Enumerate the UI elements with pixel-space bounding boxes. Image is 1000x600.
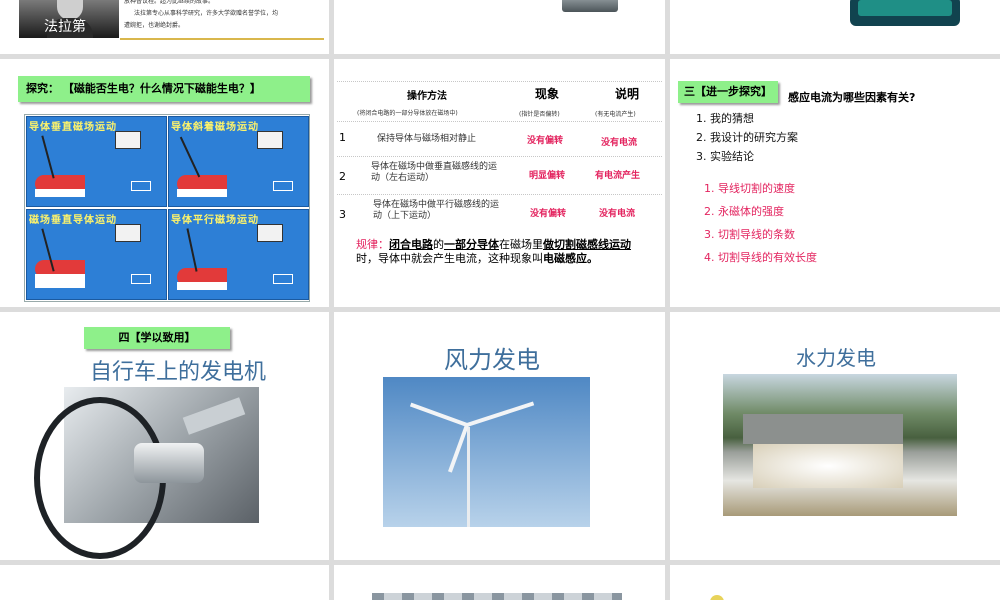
row-2: 2 导体在磁场中做垂直磁感线的运动（左右运动） 明显偏转 有电流产生 — [339, 162, 641, 183]
bottom-image-strip — [372, 593, 622, 600]
panel-perpendicular: 导体垂直磁场运动 — [26, 116, 167, 207]
experiment-grid: 导体垂直磁场运动 导体斜着磁场运动 磁场垂直导体运动 导体平行磁场运动 — [24, 114, 310, 302]
slide-hydro[interactable]: 水力发电 — [670, 312, 1000, 560]
further-tag: 三【进一步探究】 — [678, 81, 778, 103]
steps-list: 1. 我的猜想 2. 我设计的研究方案 3. 实验结论 — [696, 109, 798, 166]
bio-text: 放种督议程。超为此继续的故事。 法拉第专心从事科学研究，许多大学欲赠名誉学位，均… — [124, 0, 279, 29]
slide-further-explore[interactable]: 三【进一步探究】 感应电流为哪些因素有关? 1. 我的猜想 2. 我设计的研究方… — [670, 59, 1000, 307]
header-method: 操作方法 — [407, 91, 447, 102]
wind-title: 风力发电 — [444, 346, 540, 374]
header-explain: 说明 — [615, 87, 640, 101]
slide-bottom-2[interactable] — [334, 565, 665, 600]
step-item: 2. 我设计的研究方案 — [696, 131, 798, 144]
table: 操作方法 (将闭合电路的一部分导体放在磁场中) 现象 (指针是否偏转) 说明 (… — [337, 81, 662, 231]
slide-bicycle[interactable]: 四【学以致用】 自行车上的发电机 — [0, 312, 329, 560]
apply-tag: 四【学以致用】 — [84, 327, 230, 349]
slide-experiment-table[interactable]: 操作方法 (将闭合电路的一部分导体放在磁场中) 现象 (指针是否偏转) 说明 (… — [334, 59, 665, 307]
header-phenomenon-note: (指针是否偏转) — [519, 111, 560, 118]
meter-device-image — [562, 0, 618, 12]
slide-bottom-1[interactable] — [0, 565, 329, 600]
bicycle-title: 自行车上的发电机 — [90, 360, 267, 385]
step-item: 3. 实验结论 — [696, 150, 754, 163]
slide-galvanometer-1[interactable] — [334, 0, 665, 54]
row-1: 1 保持导体与磁场相对静止 没有偏转 没有电流 — [339, 131, 638, 148]
hydro-title: 水力发电 — [796, 346, 876, 370]
step-item: 1. 我的猜想 — [696, 112, 754, 125]
row-3: 3 导体在磁场中做平行磁感线的运动（上下运动） 没有偏转 没有电流 — [339, 200, 636, 221]
dam-image — [723, 374, 957, 516]
slide-explore[interactable]: 探究： 【磁能否生电？什么情况下磁能生电？】 导体垂直磁场运动 导体斜着磁场运动… — [0, 59, 329, 307]
bottom-yellow-shape — [710, 595, 724, 600]
factor-item: 2. 永磁体的强度 — [704, 205, 784, 218]
wind-turbine-image — [383, 377, 590, 527]
slide-faraday[interactable]: 法拉第 放种督议程。超为此继续的故事。 法拉第专心从事科学研究，许多大学欲赠名誉… — [0, 0, 329, 54]
factor-item: 1. 导线切割的速度 — [704, 182, 795, 195]
slide-wind[interactable]: 风力发电 — [334, 312, 665, 560]
factor-item: 3. 切割导线的条数 — [704, 228, 795, 241]
panel-oblique: 导体斜着磁场运动 — [168, 116, 309, 207]
portrait-caption: 法拉第 — [44, 19, 86, 35]
header-method-note: (将闭合电路的一部分导体放在磁场中) — [357, 110, 458, 117]
bicycle-dynamo-image — [34, 387, 259, 559]
header-explain-note: (有无电流产生) — [595, 111, 636, 118]
slide-galvanometer-2[interactable] — [670, 0, 1000, 54]
slide-bottom-3[interactable] — [670, 565, 1000, 600]
factor-item: 4. 切割导线的有效长度 — [704, 251, 817, 264]
header-phenomenon: 现象 — [535, 87, 560, 101]
bio-underline — [120, 38, 324, 40]
explore-heading: 探究： 【磁能否生电？什么情况下磁能生电？】 — [18, 76, 310, 102]
factors-list: 1. 导线切割的速度 2. 永磁体的强度 3. 切割导线的条数 4. 切割导线的… — [704, 177, 817, 269]
panel-parallel: 导体平行磁场运动 — [168, 209, 309, 300]
rule-text: 规律：闭合电路的一部分导体在磁场里做切割磁感线运动时，导体中就会产生电流，这种现… — [356, 238, 631, 265]
meter-base-image — [850, 0, 960, 26]
panel-magnet-moves: 磁场垂直导体运动 — [26, 209, 167, 300]
further-question: 感应电流为哪些因素有关? — [788, 91, 916, 104]
